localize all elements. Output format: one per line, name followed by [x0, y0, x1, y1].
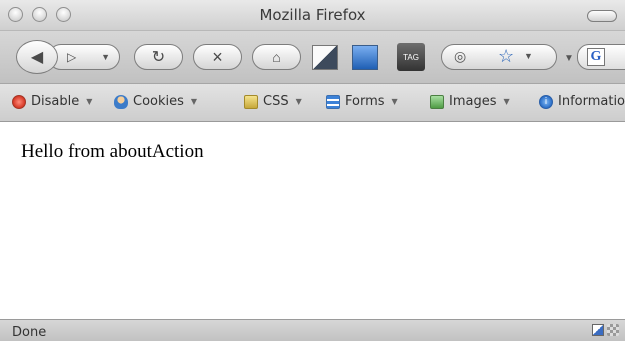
devtool-disable-label: Disable: [31, 94, 80, 109]
google-icon[interactable]: G: [587, 48, 605, 66]
devtool-cookies-menu[interactable]: Cookies ▼: [114, 94, 197, 109]
devtool-information-label: Information: [558, 94, 625, 109]
page-content: Hello from aboutAction: [0, 122, 625, 319]
resize-grip-icon[interactable]: [607, 324, 619, 336]
tag-icon-label: TAG: [403, 52, 419, 62]
status-icons: [592, 324, 619, 336]
chevron-down-icon: ▼: [190, 97, 198, 106]
images-icon: [430, 94, 444, 109]
devtool-forms-menu[interactable]: Forms ▼: [326, 94, 398, 109]
devtool-information-menu[interactable]: i Information: [539, 94, 625, 109]
reload-button[interactable]: ↻: [134, 44, 183, 70]
reload-icon: ↻: [151, 49, 166, 66]
information-icon: i: [539, 94, 553, 109]
devtool-images-menu[interactable]: Images ▼: [430, 94, 510, 109]
browser-window: Mozilla Firefox ◀ ▷ ▼ ↻ × ⌂ TAG ◎ ☆ ▼ ▼: [0, 0, 625, 341]
status-addon-icon[interactable]: [592, 324, 604, 336]
page-body-text: Hello from aboutAction: [21, 141, 204, 162]
chevron-down-icon[interactable]: ▼: [101, 52, 110, 62]
devtool-cookies-label: Cookies: [133, 94, 184, 109]
forward-arrow-icon: ▷: [67, 50, 77, 64]
css-icon: [244, 94, 258, 109]
star-icon[interactable]: ☆: [498, 46, 514, 67]
home-icon: ⌂: [272, 49, 281, 65]
chevron-down-icon: ▼: [503, 97, 510, 106]
url-bar-bookmark-group[interactable]: ◎ ☆ ▼: [441, 44, 557, 70]
navigation-toolbar: ◀ ▷ ▼ ↻ × ⌂ TAG ◎ ☆ ▼ ▼ G: [0, 31, 625, 84]
toolbar-toggle-button[interactable]: [587, 10, 617, 22]
toolbar-separator: ▼: [564, 53, 574, 64]
search-bar[interactable]: G: [577, 44, 625, 70]
home-button[interactable]: ⌂: [252, 44, 301, 70]
back-button[interactable]: ◀: [16, 40, 58, 74]
bookmark-sidebar-icon[interactable]: [352, 45, 378, 70]
chevron-down-icon: ▼: [86, 97, 93, 106]
window-title: Mozilla Firefox: [259, 6, 366, 24]
devtool-images-label: Images: [449, 94, 497, 109]
devtool-css-label: CSS: [263, 94, 289, 109]
forms-icon: [326, 94, 340, 109]
chevron-down-icon[interactable]: ▼: [524, 51, 533, 61]
status-text: Done: [12, 325, 47, 340]
devtool-disable-menu[interactable]: Disable ▼: [12, 94, 92, 109]
devtool-css-menu[interactable]: CSS ▼: [244, 94, 302, 109]
site-identity-icon[interactable]: ◎: [454, 48, 466, 65]
stop-icon: ×: [212, 46, 223, 67]
developer-toolbar: Disable ▼ Cookies ▼ CSS ▼ Forms ▼ Images…: [0, 84, 625, 122]
cookies-icon: [114, 94, 128, 109]
chevron-down-icon: ▼: [295, 97, 302, 106]
chevron-down-icon: ▼: [391, 97, 398, 106]
disable-icon: [12, 94, 26, 109]
tag-button[interactable]: TAG: [397, 43, 425, 71]
devtool-forms-label: Forms: [345, 94, 385, 109]
forward-button[interactable]: ▷ ▼: [48, 44, 120, 70]
title-bar: Mozilla Firefox: [0, 0, 625, 31]
back-arrow-icon: ◀: [30, 49, 44, 66]
stop-button[interactable]: ×: [193, 44, 242, 70]
addon-toolbar-icon[interactable]: [312, 45, 338, 70]
status-bar: Done: [0, 319, 625, 341]
